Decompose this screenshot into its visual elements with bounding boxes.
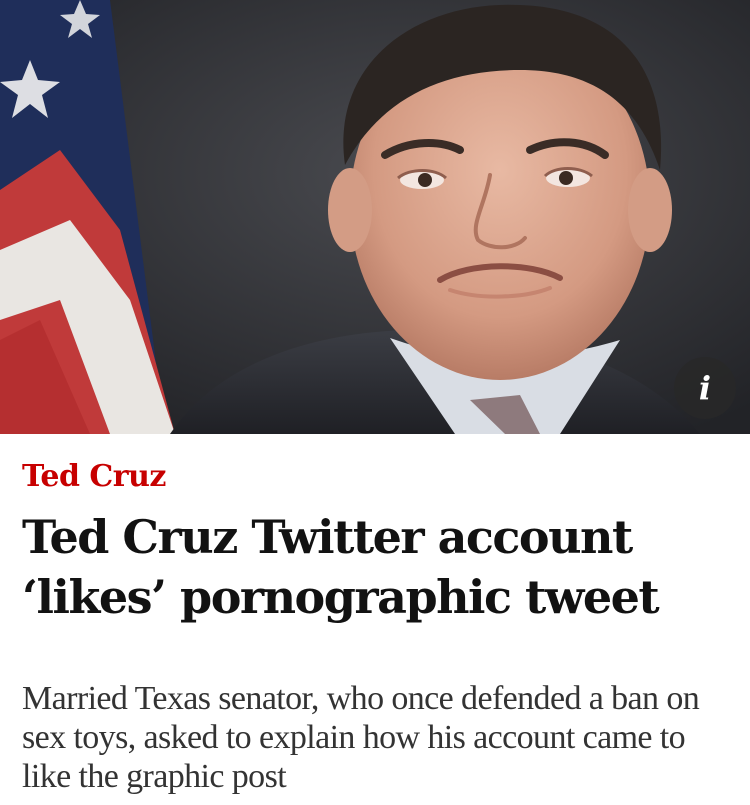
article-standfirst: Married Texas senator, who once defended… [22,680,700,795]
info-icon: i [698,369,712,407]
hero-image: i [0,0,750,434]
info-button[interactable]: i [674,357,736,419]
hero-photo-illustration [0,0,750,434]
section-kicker-link[interactable]: Ted Cruz [22,455,732,499]
article-headline: Ted Cruz Twitter account ‘likes’ pornogr… [22,510,660,624]
article-header: Ted Cruz Ted Cruz Twitter account ‘likes… [22,445,732,796]
